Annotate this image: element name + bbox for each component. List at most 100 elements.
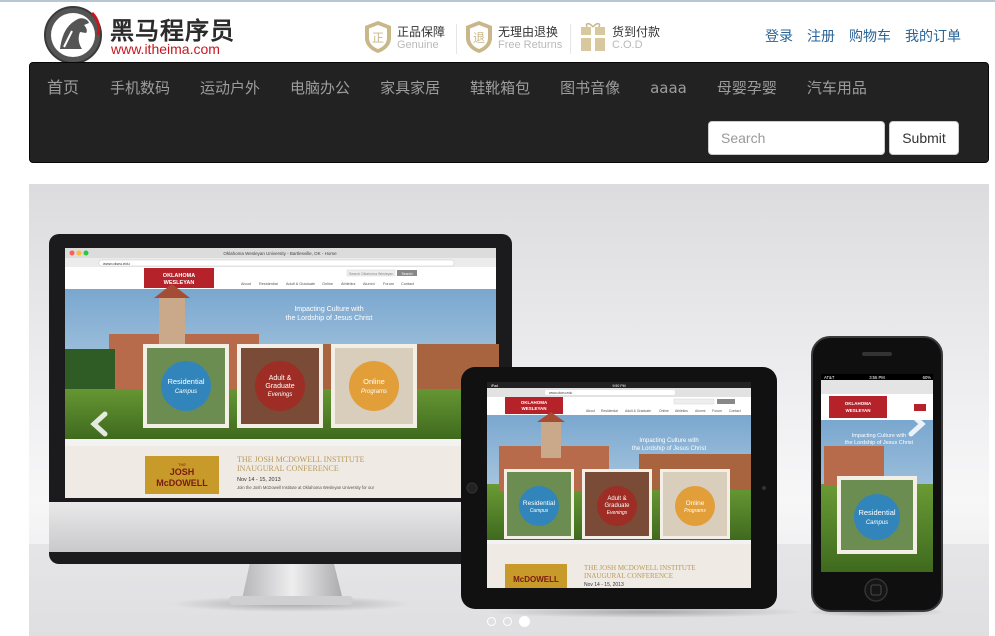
nav-item-baby[interactable]: 母婴孕婴 — [702, 63, 792, 113]
register-link[interactable]: 注册 — [807, 26, 835, 46]
svg-text:OKLAHOMA: OKLAHOMA — [845, 401, 872, 406]
nav-item-outdoor[interactable]: 运动户外 — [185, 63, 275, 113]
svg-text:Adult & Graduate: Adult & Graduate — [625, 409, 651, 413]
svg-text:Impacting Culture with: Impacting Culture with — [639, 438, 698, 444]
site-logo[interactable]: 黑马程序员 www.itheima.com — [42, 5, 252, 64]
svg-text:Forum: Forum — [712, 409, 722, 413]
svg-text:www.okwu.edu: www.okwu.edu — [549, 391, 572, 395]
svg-text:Contact: Contact — [729, 409, 741, 413]
svg-text:Residential: Residential — [523, 500, 556, 507]
promise-divider — [456, 24, 457, 54]
svg-text:Residential: Residential — [259, 282, 278, 286]
svg-text:McDOWELL: McDOWELL — [513, 575, 559, 584]
svg-text:Programs: Programs — [361, 389, 387, 395]
svg-text:Adult &: Adult & — [269, 375, 292, 382]
svg-text:退: 退 — [473, 31, 485, 45]
svg-text:Nov 14 - 15, 2013: Nov 14 - 15, 2013 — [237, 477, 281, 483]
svg-text:McDOWELL: McDOWELL — [156, 478, 208, 488]
svg-text:OKLAHOMA: OKLAHOMA — [163, 273, 195, 279]
smartphone: AT&T 3:55 PM 60% OKLAHOMA WESLEYAN Impac… — [806, 336, 946, 617]
svg-text:AT&T: AT&T — [824, 375, 835, 380]
svg-text:Residential: Residential — [601, 409, 618, 413]
svg-text:Nov 14 - 15, 2013: Nov 14 - 15, 2013 — [584, 582, 624, 588]
svg-text:WESLEYAN: WESLEYAN — [845, 408, 870, 413]
main-navbar: 首页 手机数码 运动户外 电脑办公 家具家居 鞋靴箱包 图书音像 aaaa 母婴… — [29, 62, 989, 163]
nav-item-office[interactable]: 电脑办公 — [275, 63, 365, 113]
svg-text:Athletics: Athletics — [675, 409, 688, 413]
svg-text:Search: Search — [401, 272, 412, 276]
svg-text:JOSH: JOSH — [170, 467, 195, 477]
promise-subtitle: Free Returns — [498, 39, 563, 51]
free-returns-shield-icon: 退 — [466, 21, 492, 53]
svg-text:INAUGURAL CONFERENCE: INAUGURAL CONFERENCE — [237, 464, 339, 473]
carousel-indicators — [487, 616, 530, 627]
carousel-indicator-3[interactable] — [519, 616, 530, 627]
promise-subtitle: C.O.D — [612, 39, 643, 51]
carousel-indicator-2[interactable] — [503, 617, 512, 626]
svg-text:Graduate: Graduate — [604, 503, 630, 509]
promise-divider — [570, 24, 571, 54]
svg-text:Graduate: Graduate — [265, 383, 294, 390]
carousel-indicator-1[interactable] — [487, 617, 496, 626]
svg-text:iPad: iPad — [491, 384, 498, 388]
svg-text:Residential: Residential — [858, 508, 895, 517]
search-submit-button[interactable]: Submit — [889, 121, 959, 155]
svg-text:Athletics: Athletics — [341, 282, 355, 286]
nav-item-auto[interactable]: 汽车用品 — [792, 63, 882, 113]
nav-item-home[interactable]: 首页 — [30, 63, 95, 113]
svg-text:Adult &: Adult & — [607, 496, 626, 502]
gift-box-icon — [581, 22, 605, 51]
svg-text:About: About — [586, 409, 595, 413]
svg-text:Residential: Residential — [167, 377, 204, 386]
svg-text:9:50 PM: 9:50 PM — [612, 384, 625, 388]
svg-text:Evenings: Evenings — [268, 392, 293, 398]
svg-text:60%: 60% — [923, 375, 932, 380]
svg-text:Impacting Culture with: Impacting Culture with — [852, 433, 906, 439]
login-link[interactable]: 登录 — [765, 26, 793, 46]
svg-text:WESLEYAN: WESLEYAN — [164, 280, 195, 286]
svg-text:Join the Josh McDowell Institu: Join the Josh McDowell Institute at Okla… — [237, 485, 375, 490]
brand-url: www.itheima.com — [111, 41, 220, 57]
hero-carousel: Oklahoma Wesleyan University - Bartlesvi… — [29, 184, 989, 636]
promise-subtitle: Genuine — [397, 39, 439, 51]
svg-text:Alumni: Alumni — [363, 282, 375, 286]
svg-text:Adult & Graduate: Adult & Graduate — [286, 282, 315, 286]
search-input[interactable] — [708, 121, 885, 155]
user-links: 登录 注册 购物车 我的订单 — [765, 26, 961, 46]
promise-title: 货到付款 — [612, 25, 661, 39]
svg-text:Contact: Contact — [401, 282, 415, 286]
svg-text:www.okwu.edu: www.okwu.edu — [103, 261, 130, 266]
svg-text:Campus: Campus — [175, 389, 197, 395]
svg-text:the Lordship of Jesus Christ: the Lordship of Jesus Christ — [632, 446, 707, 452]
svg-text:3:55 PM: 3:55 PM — [869, 375, 885, 380]
carousel-next-chevron-icon[interactable] — [901, 394, 931, 454]
svg-text:Online: Online — [659, 409, 669, 413]
svg-text:Online: Online — [363, 377, 385, 386]
svg-text:Campus: Campus — [530, 508, 549, 514]
svg-text:Forum: Forum — [383, 282, 394, 286]
nav-item-furniture[interactable]: 家具家居 — [365, 63, 455, 113]
nav-item-digital[interactable]: 手机数码 — [95, 63, 185, 113]
svg-text:THE JOSH MCDOWELL INSTITUTE: THE JOSH MCDOWELL INSTITUTE — [237, 455, 365, 464]
svg-text:Alumni: Alumni — [695, 409, 706, 413]
svg-text:OKLAHOMA: OKLAHOMA — [521, 400, 548, 405]
genuine-shield-icon: 正 — [365, 21, 391, 53]
carousel-prev-chevron-icon[interactable] — [85, 394, 115, 454]
nav-item-books[interactable]: 图书音像 — [545, 63, 635, 113]
cart-link[interactable]: 购物车 — [849, 26, 891, 46]
my-orders-link[interactable]: 我的订单 — [905, 26, 961, 46]
svg-text:Evenings: Evenings — [607, 510, 628, 516]
tablet: iPad 9:50 PM www.okwu.edu OKLAHOMA WESLE… — [461, 367, 807, 618]
svg-text:Impacting Culture with: Impacting Culture with — [294, 306, 363, 313]
nav-item-aaaa[interactable]: aaaa — [635, 63, 702, 113]
nav-item-shoes-bags[interactable]: 鞋靴箱包 — [455, 63, 545, 113]
svg-text:Online: Online — [322, 282, 333, 286]
svg-text:Search Oklahoma Wesleyan: Search Oklahoma Wesleyan — [349, 272, 393, 276]
svg-text:Online: Online — [686, 500, 705, 507]
svg-text:INAUGURAL CONFERENCE: INAUGURAL CONFERENCE — [584, 572, 673, 580]
desktop-monitor: Oklahoma Wesleyan University - Bartlesvi… — [49, 234, 512, 612]
window-top-border — [0, 0, 995, 2]
promise-title: 无理由退换 — [498, 25, 559, 39]
browser-title: Oklahoma Wesleyan University - Bartlesvi… — [223, 251, 337, 256]
svg-text:THE JOSH MCDOWELL INSTITUTE: THE JOSH MCDOWELL INSTITUTE — [584, 564, 696, 572]
